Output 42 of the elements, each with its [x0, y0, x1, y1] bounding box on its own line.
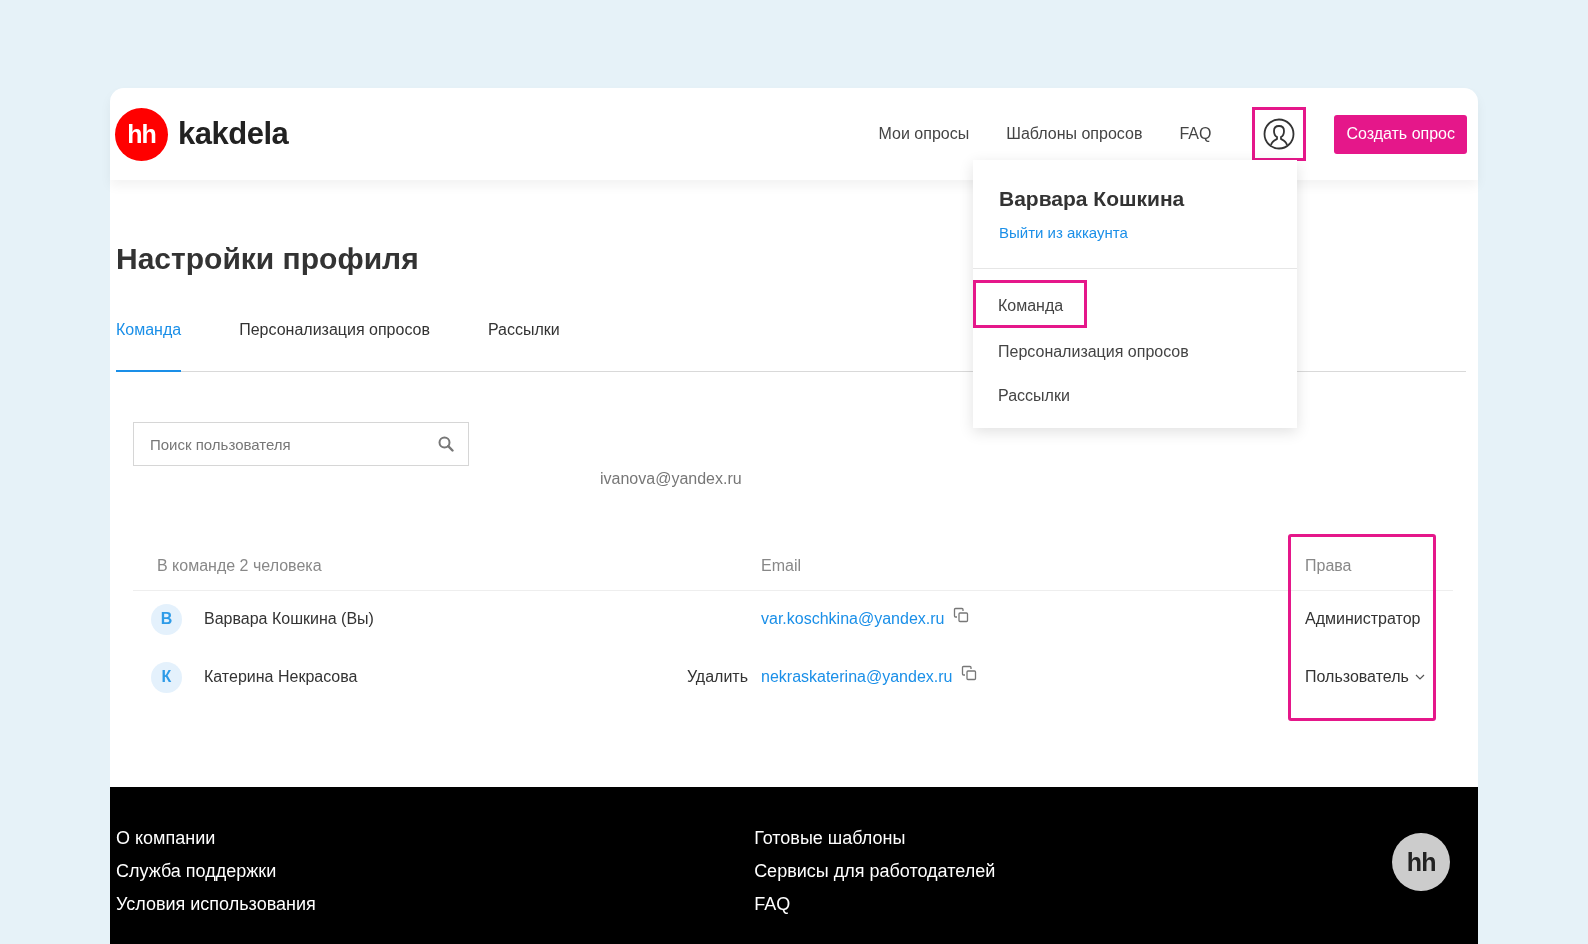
nav-link[interactable]: Мои опросы [878, 125, 970, 143]
nav-link[interactable]: FAQ [1179, 125, 1212, 143]
column-header: В команде 2 человека [133, 541, 761, 591]
nav-link[interactable]: Шаблоны опросов [1006, 125, 1143, 143]
footer-link[interactable]: FAQ [754, 893, 1393, 916]
search-icon[interactable] [438, 436, 454, 452]
footer-link[interactable]: Условия использования [116, 893, 755, 916]
rights-text: Администратор [1305, 610, 1421, 628]
page-title: Настройки профиля [116, 242, 420, 276]
create-survey-button[interactable]: Создать опрос [1334, 114, 1467, 154]
profile-button[interactable] [1252, 107, 1307, 161]
menu-item[interactable]: Рассылки [973, 370, 1095, 416]
column-header: Email [761, 541, 1288, 591]
logo-badge: hh [115, 107, 168, 161]
logout-link[interactable]: Выйти из аккаунта [999, 224, 1128, 241]
column-header: Права [1288, 541, 1436, 591]
avatar-initial: К [151, 661, 182, 693]
footer-link[interactable]: Готовые шаблоны [754, 827, 1393, 850]
avatar-initial: В [151, 603, 182, 635]
tab[interactable]: Команда [116, 311, 182, 372]
email-link[interactable]: var.koschkina@yandex.ru [761, 610, 945, 628]
rights-select[interactable]: Пользователь [1305, 668, 1425, 686]
footer-link[interactable]: О компании [116, 827, 755, 850]
brand-name: kakdela [178, 116, 289, 152]
search-field[interactable]: Поиск пользователя [133, 422, 469, 466]
user-name: Варвара Кошкина [998, 186, 1186, 211]
email-text: ivanova@yandex.ru [600, 470, 742, 488]
menu-item[interactable]: Персонализация опросов [973, 326, 1214, 372]
tab[interactable]: Рассылки [487, 311, 560, 372]
footer-link[interactable]: Служба поддержки [116, 860, 755, 883]
menu-item[interactable]: Команда [973, 280, 1088, 328]
member-name: Катерина Некрасова [204, 668, 358, 686]
user-icon [1263, 118, 1296, 150]
email-link[interactable]: nekraskaterina@yandex.ru [761, 668, 953, 686]
chevron-down-icon [1414, 674, 1425, 680]
copy-icon[interactable] [953, 607, 970, 623]
delete-link[interactable]: Удалить [686, 668, 748, 686]
copy-icon[interactable] [961, 665, 978, 681]
tab[interactable]: Персонализация опросов [239, 311, 430, 372]
member-name: Варвара Кошкина (Вы) [204, 610, 374, 628]
footer-link[interactable]: Сервисы для работодателей [754, 860, 1393, 883]
footer-logo: hh [1392, 833, 1450, 891]
